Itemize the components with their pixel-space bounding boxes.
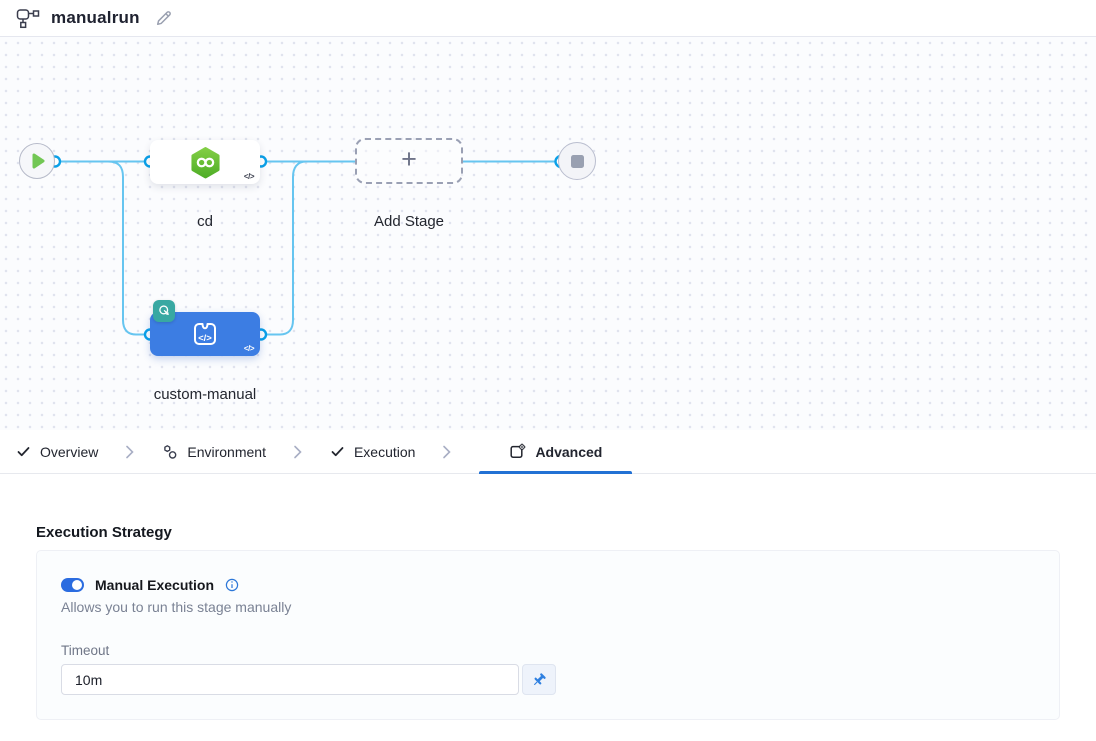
pipeline-icon — [16, 7, 40, 29]
custom-stage-icon: </> — [189, 318, 221, 350]
code-glyph: </> — [244, 172, 254, 181]
stage-node-cd[interactable]: </> — [150, 140, 260, 184]
manual-execution-label: Manual Execution — [95, 577, 214, 593]
stage-node-custom-manual[interactable]: </> </> — [150, 312, 260, 356]
tab-overview[interactable]: Overview — [16, 430, 98, 473]
manual-execution-toggle[interactable] — [61, 578, 84, 592]
edit-pencil-icon[interactable] — [154, 9, 173, 28]
pipeline-canvas[interactable]: </> cd + Add Stage </> — [0, 37, 1096, 430]
svg-text:</>: </> — [198, 333, 212, 344]
active-tab-underline — [479, 471, 632, 474]
play-icon — [32, 153, 45, 169]
section-heading: Execution Strategy — [36, 524, 1096, 541]
start-node[interactable] — [19, 143, 55, 179]
timeout-label: Timeout — [61, 643, 1035, 658]
tab-environment[interactable]: Environment — [162, 430, 266, 473]
pin-button[interactable] — [522, 664, 556, 695]
info-icon[interactable] — [225, 578, 239, 592]
stage-config-tabbar: Overview Environment Execution — [0, 430, 1096, 474]
stage-label-custom-manual: custom-manual — [140, 386, 270, 403]
tab-execution[interactable]: Execution — [330, 430, 415, 473]
tab-label: Environment — [187, 444, 266, 460]
pipeline-studio: manualrun — [0, 0, 1096, 741]
plus-icon: + — [401, 146, 417, 173]
toggle-knob — [72, 580, 82, 590]
edge-start-to-custom — [108, 162, 147, 335]
advanced-panel: Execution Strategy Manual Execution Allo… — [0, 524, 1096, 741]
cd-hexagon-icon — [190, 146, 221, 179]
execution-strategy-card: Manual Execution Allows you to run this … — [36, 550, 1060, 720]
stage-label-cd: cd — [150, 213, 260, 230]
tab-label: Execution — [354, 444, 415, 460]
timeout-input[interactable] — [61, 664, 519, 695]
environment-icon — [162, 444, 178, 460]
manual-execution-description: Allows you to run this stage manually — [61, 599, 1035, 615]
chevron-right-icon — [442, 444, 452, 460]
check-icon — [330, 444, 345, 459]
tab-label: Overview — [40, 444, 98, 460]
advanced-settings-icon — [509, 443, 526, 460]
check-icon — [16, 444, 31, 459]
add-stage-label: Add Stage — [349, 213, 469, 230]
pin-icon — [531, 672, 547, 688]
end-node[interactable] — [558, 142, 596, 180]
chevron-right-icon — [125, 444, 135, 460]
chevron-right-icon — [293, 444, 303, 460]
header: manualrun — [0, 0, 1096, 37]
manual-click-icon — [153, 300, 175, 322]
tab-label: Advanced — [535, 444, 602, 460]
edge-custom-to-addstage — [263, 162, 314, 335]
code-glyph: </> — [244, 344, 254, 353]
add-stage-button[interactable]: + — [355, 138, 463, 184]
page-title: manualrun — [51, 8, 140, 28]
stop-icon — [571, 155, 584, 168]
tab-advanced[interactable]: Advanced — [479, 430, 632, 473]
